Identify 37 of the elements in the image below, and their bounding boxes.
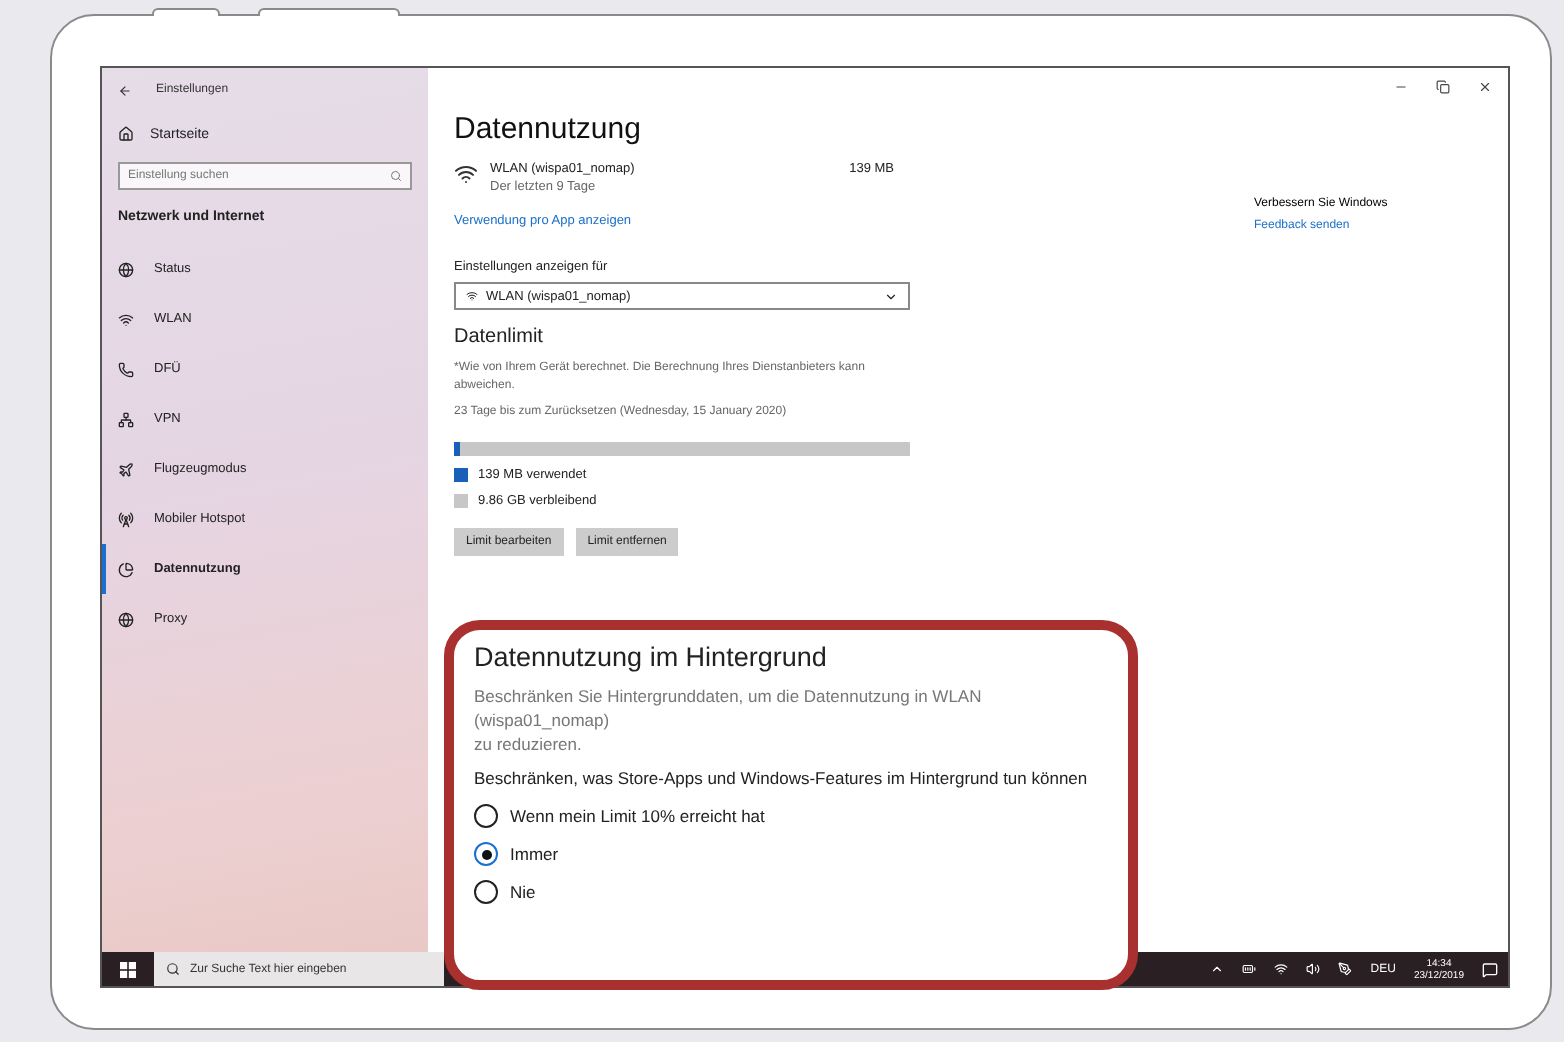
close-icon[interactable] bbox=[1478, 80, 1492, 94]
windows-logo-icon[interactable] bbox=[120, 961, 136, 977]
plane-icon bbox=[118, 461, 134, 477]
callout-question: Beschränken, was Store-Apps und Windows-Features im Hintergrund tun können bbox=[474, 768, 1090, 790]
radio-label[interactable]: Nie bbox=[510, 882, 536, 902]
notification-icon[interactable] bbox=[1482, 961, 1498, 977]
callout-description: Beschränken Sie Hintergrunddaten, um die Datennutzung in WLAN (wispa01_nomap) zu reduzieren. bbox=[474, 684, 984, 756]
radio-label[interactable]: Immer bbox=[510, 844, 559, 864]
network-icon bbox=[118, 411, 134, 427]
chevron-up-icon[interactable] bbox=[1210, 962, 1225, 976]
battery-icon[interactable] bbox=[1242, 962, 1257, 976]
wifi-icon[interactable] bbox=[1274, 962, 1289, 976]
chevron-down-icon bbox=[884, 289, 898, 303]
callout-title: Datennutzung im Hintergrund bbox=[474, 642, 829, 672]
radio-label[interactable]: Wenn mein Limit 10% erreicht hat bbox=[510, 806, 765, 826]
phone-icon bbox=[118, 361, 134, 377]
search-icon bbox=[166, 962, 180, 976]
minimize-icon[interactable] bbox=[1394, 80, 1408, 94]
globe-icon bbox=[118, 611, 134, 627]
search-icon bbox=[390, 170, 402, 182]
pie-chart-icon bbox=[118, 561, 134, 577]
radio-button[interactable] bbox=[474, 842, 498, 866]
section-title: Datenlimit bbox=[454, 326, 545, 348]
speaker-icon[interactable] bbox=[1306, 962, 1321, 976]
home-icon bbox=[118, 126, 134, 142]
wifi-icon bbox=[118, 311, 134, 327]
restore-icon[interactable] bbox=[1436, 80, 1450, 94]
globe-icon bbox=[118, 261, 134, 277]
legend-swatch bbox=[454, 494, 468, 508]
wifi-icon bbox=[466, 290, 478, 302]
legend-swatch bbox=[454, 468, 468, 482]
pen-icon[interactable] bbox=[1338, 962, 1353, 976]
radio-button[interactable] bbox=[474, 880, 498, 904]
page-title: Datennutzung bbox=[454, 112, 643, 146]
back-icon[interactable] bbox=[118, 83, 132, 97]
antenna-icon bbox=[118, 511, 134, 527]
radio-button[interactable] bbox=[474, 804, 498, 828]
